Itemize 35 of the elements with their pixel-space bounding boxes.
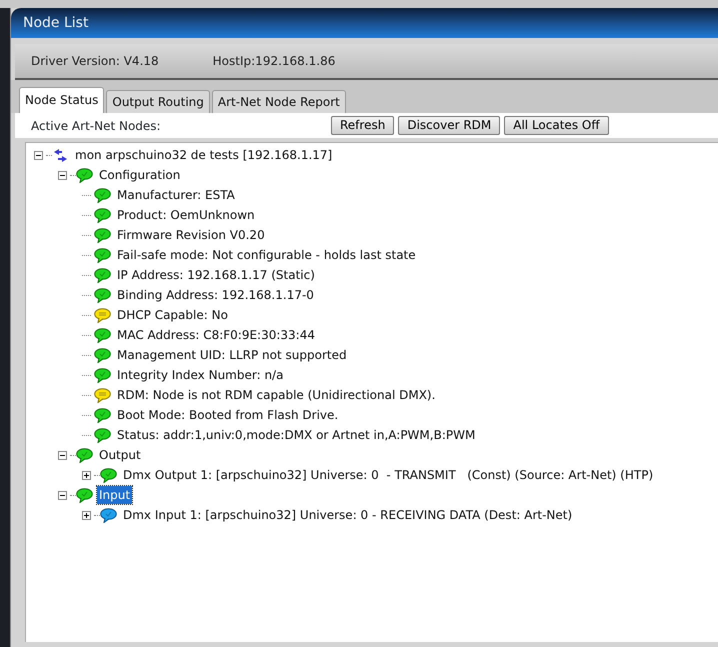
tree-item[interactable]: Dmx Output 1: [arpschuino32] Universe: 0 - TRANSMIT (Const) (Source: Art-Net) (HTP) [121, 466, 656, 484]
tree-item[interactable]: Management UID: LLRP not supported [115, 346, 349, 364]
expand-toggle[interactable] [82, 470, 91, 480]
tree-item[interactable]: MAC Address: C8:F0:9E:30:33:44 [115, 326, 317, 344]
tree-item[interactable]: Boot Mode: Booted from Flash Drive. [115, 406, 340, 424]
tree-item[interactable]: Input [97, 486, 132, 504]
window-title: Node List [23, 15, 88, 31]
tree-item[interactable]: Dmx Input 1: [arpschuino32] Universe: 0 - RECEIVING DATA (Dest: Art-Net) [121, 506, 574, 524]
driver-version: Driver Version: V4.18 [31, 53, 159, 70]
toolbar-button[interactable]: Refresh [331, 116, 394, 135]
tree-item[interactable]: Binding Address: 192.168.1.17-0 [115, 286, 316, 304]
tree-item[interactable]: Product: OemUnknown [115, 206, 257, 224]
tree-item[interactable]: DHCP Capable: No [115, 306, 230, 324]
expand-toggle[interactable] [82, 510, 91, 520]
tree-item[interactable]: Manufacturer: ESTA [115, 186, 237, 204]
tree-item[interactable]: Firmware Revision V0.20 [115, 226, 267, 244]
tree-item[interactable]: RDM: Node is not RDM capable (Unidirectional DMX). [115, 386, 438, 404]
collapse-toggle[interactable] [34, 150, 43, 160]
tree-item[interactable]: Status: addr:1,univ:0,mode:DMX or Artnet in,A:PWM,B:PWM [115, 426, 478, 444]
collapse-toggle[interactable] [58, 170, 67, 180]
host-ip: HostIp:192.168.1.86 [212, 53, 336, 70]
tree-item[interactable]: mon arpschuino32 de tests [192.168.1.17] [73, 146, 334, 164]
collapse-toggle[interactable] [58, 490, 67, 500]
toolbar-button[interactable]: Discover RDM [398, 116, 500, 135]
tree-item[interactable]: Fail-safe mode: Not configurable - holds last state [115, 246, 418, 264]
tab[interactable]: Output Routing [106, 90, 210, 113]
tree-item[interactable]: Integrity Index Number: n/a [115, 366, 286, 384]
nodes-label: Active Art-Net Nodes: [31, 118, 162, 134]
tree-item[interactable]: Output [97, 446, 143, 464]
tab[interactable]: Node Status [19, 87, 104, 113]
toolbar-button[interactable]: All Locates Off [504, 116, 609, 135]
collapse-toggle[interactable] [58, 450, 67, 460]
tab[interactable]: Art-Net Node Report [212, 90, 346, 113]
tree-item[interactable]: IP Address: 192.168.1.17 (Static) [115, 266, 317, 284]
tree-item[interactable]: Configuration [97, 166, 182, 184]
